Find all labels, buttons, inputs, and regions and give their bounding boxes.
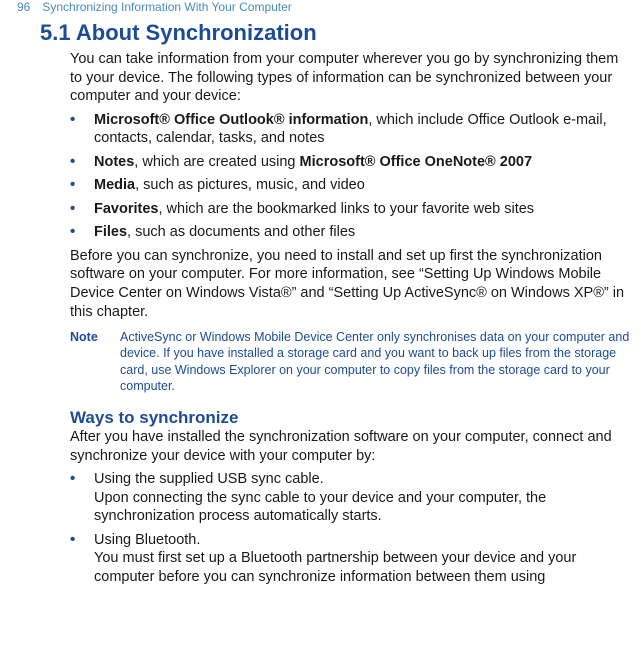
running-header: 96 Synchronizing Information With Your C… xyxy=(17,0,631,14)
list-line1: Using Bluetooth. xyxy=(94,532,200,548)
list-item: • Favorites, which are the bookmarked li… xyxy=(70,200,631,219)
list-item: • Files, such as documents and other fil… xyxy=(70,223,631,242)
bullet-icon: • xyxy=(70,176,94,195)
list-text: Using the supplied USB sync cable. Upon … xyxy=(94,470,631,526)
list-item: • Microsoft® Office Outlook® information… xyxy=(70,111,631,148)
list-text: Microsoft® Office Outlook® information, … xyxy=(94,111,631,148)
list-mid: , which are created using xyxy=(134,154,299,170)
chapter-title: Synchronizing Information With Your Comp… xyxy=(42,0,291,14)
section-heading: 5.1 About Synchronization xyxy=(40,20,631,46)
note-text: ActiveSync or Windows Mobile Device Cent… xyxy=(120,329,631,394)
list-text: Favorites, which are the bookmarked link… xyxy=(94,200,631,219)
list-line2: You must first set up a Bluetooth partne… xyxy=(94,550,576,585)
list-line1: Using the supplied USB sync cable. xyxy=(94,471,324,487)
bullet-icon: • xyxy=(70,200,94,219)
bullet-icon: • xyxy=(70,470,94,526)
bullet-list: • Microsoft® Office Outlook® information… xyxy=(70,111,631,242)
bullet-list-2: • Using the supplied USB sync cable. Upo… xyxy=(70,470,631,586)
subsection-heading: Ways to synchronize xyxy=(70,408,631,428)
list-text: Media, such as pictures, music, and vide… xyxy=(94,176,631,195)
bold-term-2: Microsoft® Office OneNote® 2007 xyxy=(300,154,532,170)
intro-paragraph: You can take information from your compu… xyxy=(70,50,631,106)
note-label: Note xyxy=(70,329,120,394)
bold-term: Favorites xyxy=(94,201,158,217)
bold-term: Media xyxy=(94,177,135,193)
bullet-icon: • xyxy=(70,153,94,172)
note-block: Note ActiveSync or Windows Mobile Device… xyxy=(70,329,631,394)
page-number: 96 xyxy=(17,0,39,14)
section-number: 5.1 xyxy=(40,20,71,45)
paragraph: Before you can synchronize, you need to … xyxy=(70,247,631,321)
list-rest: , which are the bookmarked links to your… xyxy=(158,201,534,217)
list-rest: , such as pictures, music, and video xyxy=(135,177,365,193)
list-text: Using Bluetooth. You must first set up a… xyxy=(94,531,631,587)
list-line2: Upon connecting the sync cable to your d… xyxy=(94,490,546,525)
list-item: • Using Bluetooth. You must first set up… xyxy=(70,531,631,587)
list-text: Notes, which are created using Microsoft… xyxy=(94,153,631,172)
paragraph: After you have installed the synchroniza… xyxy=(70,428,631,465)
bold-term: Files xyxy=(94,224,127,240)
bullet-icon: • xyxy=(70,111,94,148)
list-text: Files, such as documents and other files xyxy=(94,223,631,242)
bullet-icon: • xyxy=(70,531,94,587)
section-title: About Synchronization xyxy=(76,20,317,45)
list-item: • Media, such as pictures, music, and vi… xyxy=(70,176,631,195)
list-item: • Using the supplied USB sync cable. Upo… xyxy=(70,470,631,526)
list-item: • Notes, which are created using Microso… xyxy=(70,153,631,172)
list-rest: , such as documents and other files xyxy=(127,224,355,240)
page: 96 Synchronizing Information With Your C… xyxy=(0,0,641,586)
bold-term: Microsoft® Office Outlook® information xyxy=(94,112,368,128)
bullet-icon: • xyxy=(70,223,94,242)
bold-term: Notes xyxy=(94,154,134,170)
